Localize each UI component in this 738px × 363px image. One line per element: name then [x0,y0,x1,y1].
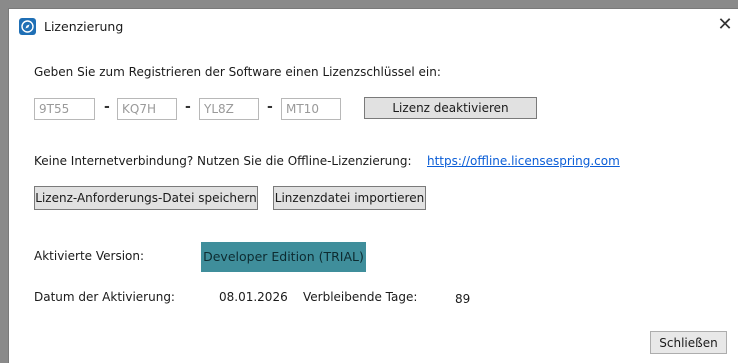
import-license-file-button[interactable]: Linzenzdatei importieren [273,186,426,210]
instructions-text: Geben Sie zum Registrieren der Software … [34,65,441,79]
close-icon[interactable]: ✕ [714,14,736,36]
close-button[interactable]: Schließen [650,331,727,354]
license-key-part-3[interactable] [199,98,259,120]
license-key-part-4[interactable] [281,98,341,120]
offline-licensing-link[interactable]: https://offline.licensespring.com [427,154,620,168]
license-key-part-2[interactable] [117,98,177,120]
version-label: Aktivierte Version: [34,249,145,263]
key-separator: - [104,99,110,115]
remaining-days-value: 89 [455,292,471,306]
activation-date-value: 08.01.2026 [219,290,288,304]
title-bar: Lizenzierung ✕ [9,9,738,43]
edition-badge: Developer Edition (TRIAL) [201,242,366,272]
license-dialog: Lizenzierung ✕ Geben Sie zum Registriere… [8,8,738,363]
app-compass-icon [19,18,36,35]
save-request-file-button[interactable]: Lizenz-Anforderungs-Datei speichern [34,186,258,210]
remaining-days-label: Verbleibende Tage: [303,290,418,304]
key-separator: - [267,99,273,115]
deactivate-license-button[interactable]: Lizenz deaktivieren [364,97,537,119]
offline-prompt: Keine Internetverbindung? Nutzen Sie die… [34,154,412,168]
window-title: Lizenzierung [44,19,124,34]
license-key-part-1[interactable] [34,98,95,120]
key-separator: - [185,99,191,115]
activation-date-label: Datum der Aktivierung: [34,290,175,304]
